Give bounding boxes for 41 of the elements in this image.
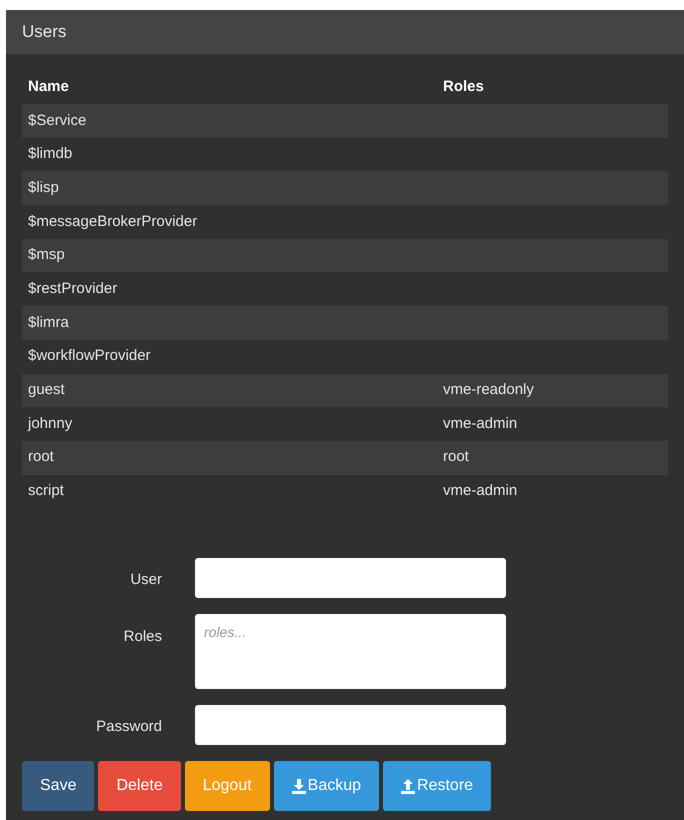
action-button[interactable]: Delete — [98, 761, 181, 812]
user-name: $limdb — [27, 144, 74, 164]
user-roles: vme-admin — [443, 481, 518, 502]
panel-title: Users — [22, 21, 66, 44]
table-row[interactable]: guest vme-readonly — [22, 374, 668, 408]
field-label: User — [129, 570, 162, 590]
user-name: script — [27, 481, 65, 502]
user-name: johnny — [26, 414, 74, 434]
download-icon — [292, 778, 306, 794]
user-roles: root — [443, 447, 469, 468]
table-row[interactable]: $limdb — [22, 138, 668, 172]
user-roles: vme-admin — [443, 414, 518, 434]
table-row[interactable]: $limra — [22, 306, 668, 340]
user-name: $messageBrokerProvider — [27, 212, 198, 232]
user-name: guest — [27, 380, 66, 400]
user-name: root — [27, 447, 55, 468]
user-name: $Service — [27, 110, 88, 131]
user-name: $msp — [27, 245, 66, 266]
table-row[interactable]: root root — [22, 440, 668, 475]
user-name: $workflowProvider — [27, 346, 152, 366]
password-field[interactable] — [195, 705, 506, 746]
table-row[interactable]: $Service — [22, 104, 668, 138]
table-row[interactable]: johnny vme-admin — [22, 407, 668, 441]
table-row[interactable]: $messageBrokerProvider — [22, 205, 668, 239]
table-row[interactable]: $restProvider — [22, 272, 668, 306]
action-button[interactable]: Save — [22, 761, 94, 812]
table-row[interactable]: script vme-admin — [22, 474, 668, 508]
column-header: Roles — [443, 76, 484, 97]
roles-field[interactable]: roles... — [195, 614, 506, 690]
table-row[interactable]: $workflowProvider — [22, 340, 668, 374]
user-name: $lisp — [27, 178, 60, 198]
table-row[interactable]: $lisp — [22, 171, 668, 206]
upload-icon — [401, 778, 416, 794]
field-label: Roles — [122, 627, 162, 648]
user-roles: vme-readonly — [443, 380, 534, 400]
table-row[interactable]: $msp — [22, 238, 668, 272]
user-name: $restProvider — [27, 279, 118, 300]
column-header: Name — [27, 76, 70, 97]
user-name: $limra — [27, 312, 70, 333]
field-label: Password — [95, 717, 162, 738]
user-field[interactable] — [195, 558, 506, 598]
